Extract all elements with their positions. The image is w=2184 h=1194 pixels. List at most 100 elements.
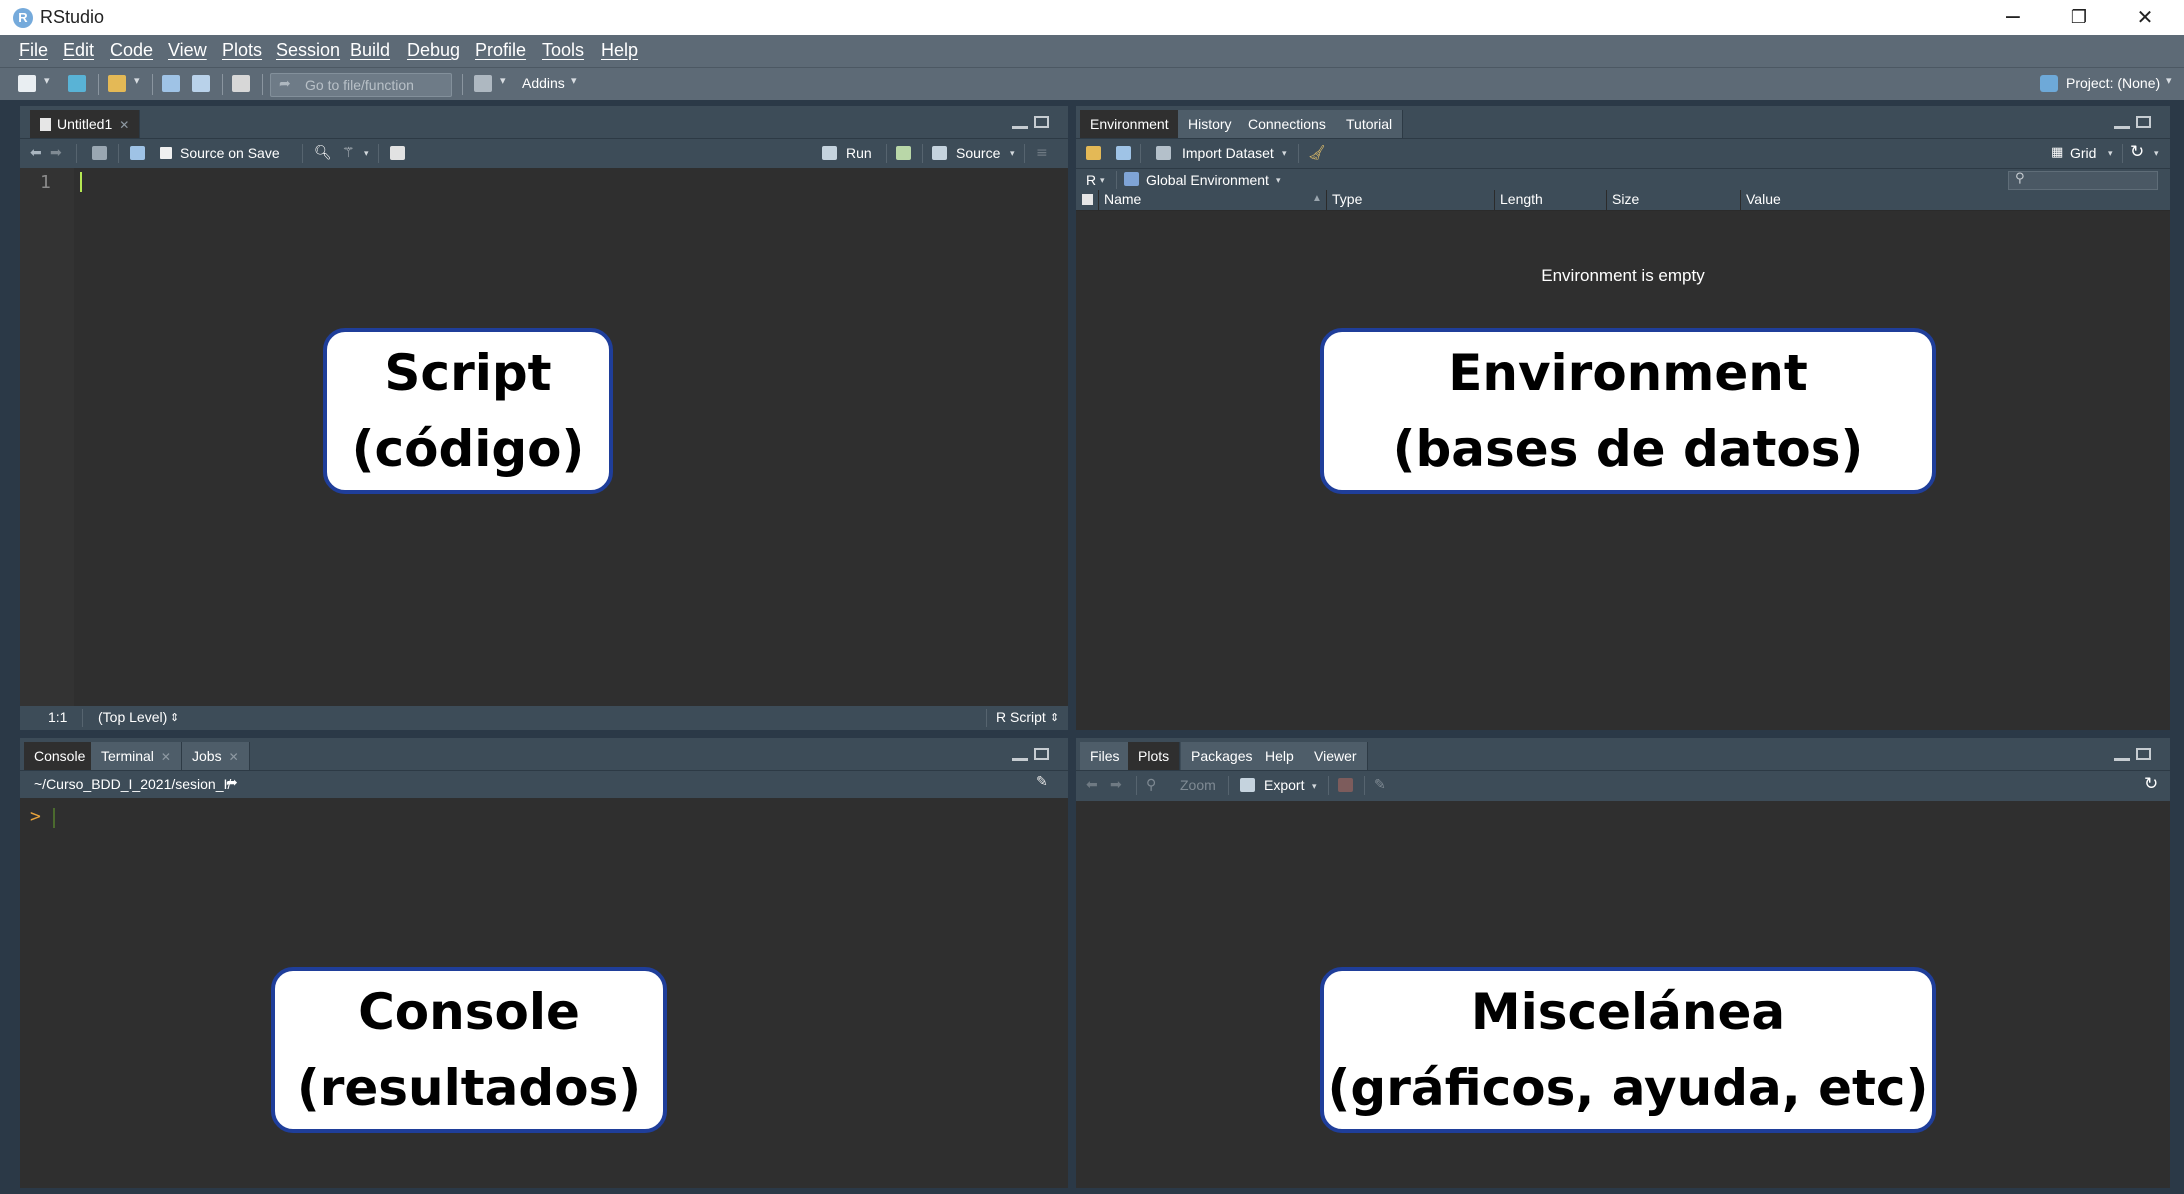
menu-help[interactable]: Help: [601, 40, 638, 61]
back-icon[interactable]: ⬅: [1086, 777, 1098, 793]
menu-edit[interactable]: Edit: [63, 40, 94, 61]
column-header-length[interactable]: Length: [1500, 191, 1543, 207]
tab-tutorial[interactable]: Tutorial: [1336, 110, 1404, 138]
save-all-icon[interactable]: [192, 75, 210, 92]
minimize-pane-icon[interactable]: [2114, 126, 2130, 129]
chevron-down-icon[interactable]: ▾: [1276, 176, 1281, 186]
tab-connections[interactable]: Connections: [1238, 110, 1337, 138]
column-header-name[interactable]: Name: [1104, 191, 1141, 207]
menu-profile[interactable]: Profile: [475, 40, 526, 61]
chevron-down-icon[interactable]: ▾: [2108, 149, 2113, 159]
tab-help[interactable]: Help: [1255, 742, 1305, 770]
chevron-down-icon[interactable]: ▾: [1312, 782, 1317, 792]
chevron-updown-icon[interactable]: ⇕: [1050, 711, 1059, 724]
working-directory[interactable]: ~/Curso_BDD_I_2021/sesion_I/: [34, 776, 231, 792]
close-tab-icon[interactable]: ✕: [119, 118, 129, 132]
tab-viewer[interactable]: Viewer: [1304, 742, 1368, 770]
zoom-button[interactable]: Zoom: [1180, 777, 1216, 793]
tab-environment[interactable]: Environment: [1080, 110, 1180, 138]
scope-selector[interactable]: (Top Level): [98, 709, 167, 725]
column-header-value[interactable]: Value: [1746, 191, 1781, 207]
tab-plots[interactable]: Plots: [1128, 742, 1181, 770]
save-icon[interactable]: [130, 146, 145, 160]
refresh-icon[interactable]: ↻: [2130, 142, 2144, 162]
new-file-icon[interactable]: [18, 75, 36, 92]
forward-icon[interactable]: ➡: [1110, 777, 1122, 793]
file-type-selector[interactable]: R Script: [996, 709, 1046, 725]
grid-view-button[interactable]: Grid: [2070, 145, 2096, 161]
close-tab-icon[interactable]: ✕: [229, 750, 239, 764]
menu-session[interactable]: Session: [276, 40, 340, 61]
remove-plot-icon[interactable]: [1338, 778, 1353, 792]
environment-search-input[interactable]: ⚲: [2008, 171, 2158, 190]
clear-console-icon[interactable]: ✎: [1036, 774, 1048, 790]
chevron-down-icon[interactable]: ▾: [1100, 176, 1105, 186]
minimize-pane-icon[interactable]: [1012, 126, 1028, 129]
save-icon[interactable]: [162, 75, 180, 92]
menu-debug[interactable]: Debug: [407, 40, 460, 61]
tab-packages[interactable]: Packages: [1181, 742, 1264, 770]
chevron-down-icon[interactable]: ▾: [500, 74, 506, 87]
minimize-pane-icon[interactable]: [2114, 758, 2130, 761]
magic-wand-icon[interactable]: ⚚: [342, 145, 355, 161]
sort-asc-icon[interactable]: ▲: [1312, 193, 1322, 204]
minimize-button[interactable]: −: [1980, 0, 2046, 35]
language-selector[interactable]: R: [1086, 172, 1096, 188]
chevron-down-icon[interactable]: ▾: [364, 149, 369, 159]
tab-console[interactable]: Console: [24, 742, 97, 770]
tab-history[interactable]: History: [1178, 110, 1243, 138]
run-button[interactable]: Run: [846, 145, 872, 161]
go-to-directory-icon[interactable]: ➦: [226, 775, 238, 791]
source-icon[interactable]: [932, 146, 947, 160]
open-folder-icon[interactable]: [108, 75, 126, 92]
environment-scope-selector[interactable]: Global Environment: [1146, 172, 1269, 188]
broom-icon[interactable]: ✎: [1374, 777, 1386, 793]
run-icon[interactable]: [822, 146, 837, 160]
chevron-down-icon[interactable]: ▾: [2166, 74, 2172, 87]
menu-build[interactable]: Build: [350, 40, 390, 61]
menu-tools[interactable]: Tools: [542, 40, 584, 61]
maximize-pane-icon[interactable]: [2136, 116, 2151, 128]
forward-icon[interactable]: ➡: [50, 145, 62, 161]
zoom-icon[interactable]: ⚲: [1146, 777, 1156, 793]
import-dataset-icon[interactable]: [1156, 146, 1171, 160]
goto-file-function-input[interactable]: ➦ Go to file/function: [270, 73, 452, 97]
column-header-type[interactable]: Type: [1332, 191, 1362, 207]
close-button[interactable]: ✕: [2112, 0, 2178, 35]
maximize-pane-icon[interactable]: [2136, 748, 2151, 760]
chevron-down-icon[interactable]: ▾: [134, 74, 140, 87]
close-tab-icon[interactable]: ✕: [161, 750, 171, 764]
export-button[interactable]: Export: [1264, 777, 1304, 793]
select-all-checkbox[interactable]: [1082, 194, 1093, 205]
show-in-window-icon[interactable]: [92, 146, 107, 160]
project-menu[interactable]: Project: (None): [2066, 75, 2160, 91]
chevron-down-icon[interactable]: ▾: [571, 74, 577, 87]
import-dataset-button[interactable]: Import Dataset: [1182, 145, 1274, 161]
refresh-icon[interactable]: ↻: [2144, 774, 2158, 794]
source-on-save-checkbox[interactable]: [160, 147, 172, 159]
menu-view[interactable]: View: [168, 40, 207, 61]
new-project-icon[interactable]: [68, 75, 86, 92]
addins-button[interactable]: Addins: [522, 75, 565, 91]
rerun-icon[interactable]: [896, 146, 911, 160]
save-workspace-icon[interactable]: [1116, 146, 1131, 160]
load-workspace-icon[interactable]: [1086, 146, 1101, 160]
chevron-down-icon[interactable]: ▾: [44, 74, 50, 87]
workspace-panes-icon[interactable]: [474, 75, 492, 92]
back-icon[interactable]: ⬅: [30, 145, 42, 161]
chevron-updown-icon[interactable]: ⇕: [170, 711, 179, 724]
tab-jobs[interactable]: Jobs ✕: [182, 742, 250, 770]
compile-report-icon[interactable]: [390, 146, 405, 160]
maximize-pane-icon[interactable]: [1034, 748, 1049, 760]
column-header-size[interactable]: Size: [1612, 191, 1639, 207]
tab-terminal[interactable]: Terminal ✕: [91, 742, 182, 770]
chevron-down-icon[interactable]: ▾: [1010, 149, 1015, 159]
export-icon[interactable]: [1240, 778, 1255, 792]
tab-untitled1[interactable]: Untitled1 ✕: [30, 110, 141, 138]
tab-files[interactable]: Files: [1080, 742, 1131, 770]
menu-file[interactable]: File: [19, 40, 48, 61]
source-button[interactable]: Source: [956, 145, 1000, 161]
minimize-pane-icon[interactable]: [1012, 758, 1028, 761]
chevron-down-icon[interactable]: ▾: [1282, 149, 1287, 159]
outline-icon[interactable]: ≡: [1036, 145, 1048, 161]
